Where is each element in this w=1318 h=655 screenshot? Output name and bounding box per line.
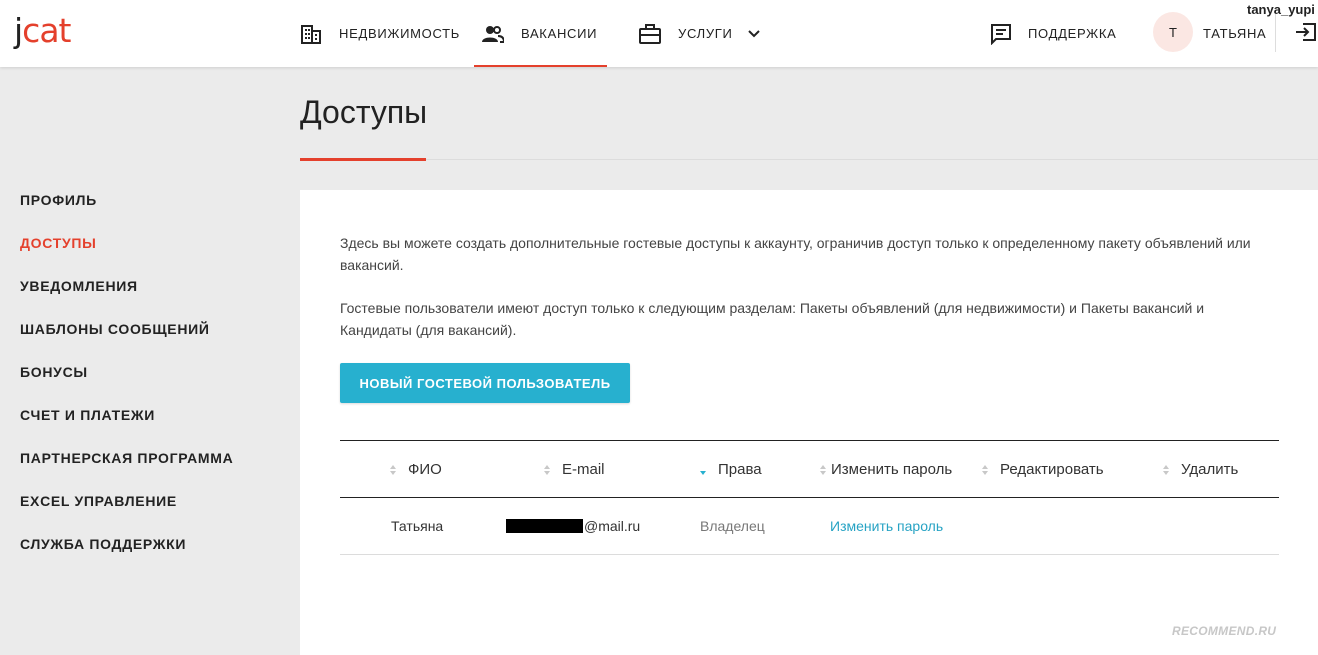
- change-password-link[interactable]: Изменить пароль: [830, 498, 943, 554]
- cell-name: Татьяна: [391, 518, 444, 534]
- table-row: Татьяна @mail.ru Владелец Изменить парол…: [340, 498, 1279, 555]
- access-card: Здесь вы можете создать дополнительные г…: [300, 190, 1318, 655]
- cell-email: @mail.ru: [506, 498, 640, 554]
- sidebar-item-billing[interactable]: СЧЕТ И ПЛАТЕЖИ: [20, 405, 233, 448]
- sidebar-item-notifications[interactable]: УВЕДОМЛЕНИЯ: [20, 276, 233, 319]
- watermark-username: tanya_yupi: [1247, 2, 1315, 17]
- nav-services-label: УСЛУГИ: [678, 26, 733, 41]
- column-header-email[interactable]: E-mail: [544, 441, 605, 498]
- recommend-watermark: RECOMMEND.RU: [1172, 624, 1277, 638]
- redacted-block: [506, 519, 583, 533]
- nav-real-estate-label: НЕДВИЖИМОСТЬ: [339, 26, 460, 41]
- access-table: ФИО E-mail Права Изменить пароль Редакти…: [340, 440, 1279, 555]
- sort-icon: [1163, 464, 1171, 475]
- intro-paragraph: Здесь вы можете создать дополнительные г…: [340, 235, 1251, 273]
- title-accent-line: [300, 158, 426, 161]
- sidebar-item-excel[interactable]: EXCEL УПРАВЛЕНИЕ: [20, 491, 233, 534]
- sidebar-item-access[interactable]: ДОСТУПЫ: [20, 233, 233, 276]
- sort-icon: [390, 464, 398, 475]
- top-header: jcat НЕДВИЖИМОСТЬ ВАКАНСИИ УСЛУГИ ПОДДЕР…: [0, 0, 1318, 67]
- nav-real-estate[interactable]: НЕДВИЖИМОСТЬ: [300, 0, 460, 67]
- sort-desc-icon: [700, 464, 708, 475]
- nav-vacancies-label: ВАКАНСИИ: [521, 26, 598, 41]
- new-guest-user-button[interactable]: НОВЫЙ ГОСТЕВОЙ ПОЛЬЗОВАТЕЛЬ: [340, 363, 630, 403]
- table-header: ФИО E-mail Права Изменить пароль Редакти…: [340, 440, 1279, 498]
- people-icon: [482, 23, 504, 45]
- nav-vacancies[interactable]: ВАКАНСИИ: [473, 0, 608, 67]
- sidebar-item-bonuses[interactable]: БОНУСЫ: [20, 362, 233, 405]
- column-header-edit[interactable]: Редактировать: [982, 441, 1104, 498]
- nav-support[interactable]: ПОДДЕРЖКА: [990, 0, 1117, 67]
- nav-support-label: ПОДДЕРЖКА: [1028, 26, 1117, 41]
- chevron-down-icon[interactable]: [747, 27, 761, 41]
- sidebar-item-partner-program[interactable]: ПАРТНЕРСКАЯ ПРОГРАММА: [20, 448, 233, 491]
- sort-icon: [820, 464, 828, 475]
- column-header-rights[interactable]: Права: [700, 441, 762, 498]
- sort-icon: [982, 464, 990, 475]
- logout-icon[interactable]: [1295, 21, 1317, 43]
- chat-icon: [990, 23, 1012, 45]
- sidebar-item-message-templates[interactable]: ШАБЛОНЫ СООБЩЕНИЙ: [20, 319, 233, 362]
- sidebar-item-profile[interactable]: ПРОФИЛЬ: [20, 190, 233, 233]
- jcat-logo[interactable]: jcat: [14, 14, 71, 48]
- nav-services[interactable]: УСЛУГИ: [639, 0, 761, 67]
- title-divider: [300, 159, 1318, 160]
- sidebar-item-support[interactable]: СЛУЖБА ПОДДЕРЖКИ: [20, 534, 233, 577]
- page-title: Доступы: [300, 94, 428, 130]
- guest-info-paragraph: Гостевые пользователи имеют доступ тольк…: [340, 300, 1205, 338]
- briefcase-icon: [639, 23, 661, 45]
- sort-icon: [544, 464, 552, 475]
- building-icon: [300, 23, 322, 45]
- column-header-delete[interactable]: Удалить: [1163, 441, 1238, 498]
- header-divider: [1275, 14, 1276, 52]
- column-header-change-password[interactable]: Изменить пароль: [820, 441, 952, 498]
- settings-sidebar: ПРОФИЛЬ ДОСТУПЫ УВЕДОМЛЕНИЯ ШАБЛОНЫ СООБ…: [20, 190, 233, 577]
- cell-rights: Владелец: [700, 518, 765, 534]
- avatar[interactable]: Т: [1153, 12, 1193, 52]
- column-header-name[interactable]: ФИО: [390, 441, 442, 498]
